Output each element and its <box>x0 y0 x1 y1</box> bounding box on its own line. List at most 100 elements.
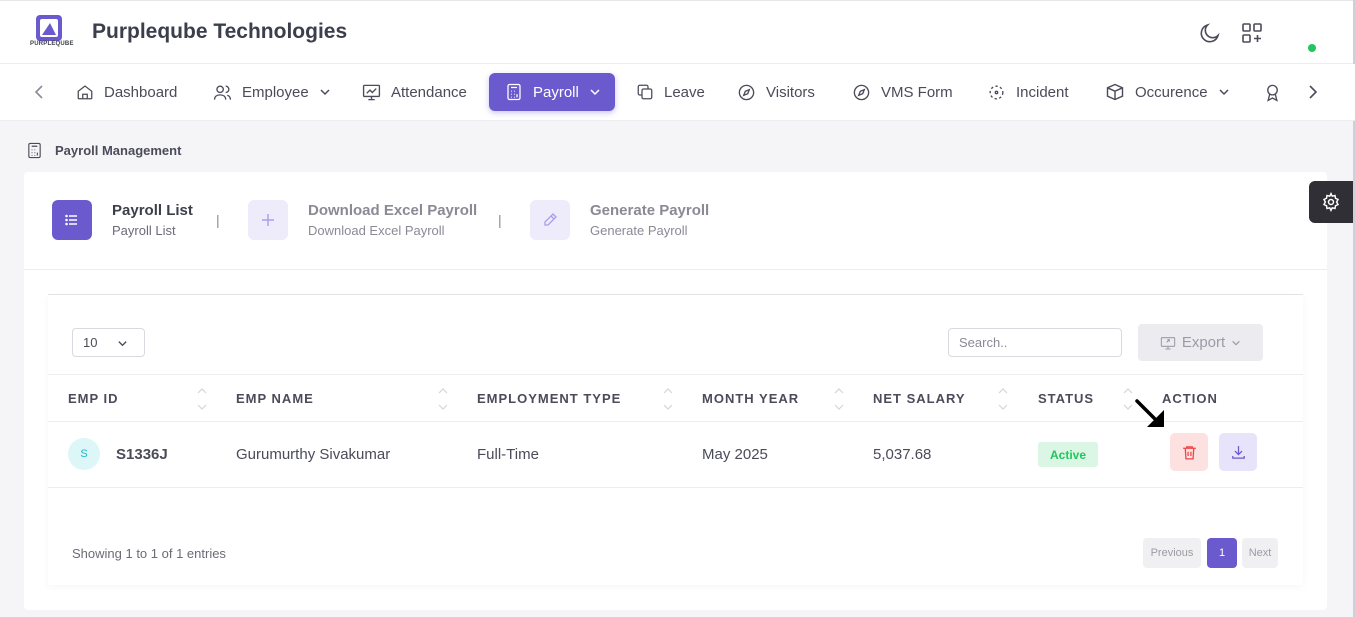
nav-item-leave[interactable]: Leave <box>636 73 705 111</box>
emp-name-cell: Gurumurthy Sivakumar <box>236 446 391 463</box>
page-length-value: 10 <box>83 335 98 350</box>
calculator-icon <box>507 83 521 101</box>
plus-icon <box>262 214 274 226</box>
sort-icon[interactable] <box>438 384 448 414</box>
top-header: PURPLEQUBE Purpleqube Technologies <box>0 0 1355 64</box>
logo-text: PURPLEQUBE <box>30 41 74 47</box>
delete-button[interactable] <box>1170 433 1208 471</box>
mouse-cursor-icon <box>1135 399 1164 427</box>
main-nav: Dashboard Employee Attendance Payroll Le… <box>0 64 1355 121</box>
column-header-net-salary[interactable]: NET SALARY <box>873 391 966 406</box>
net-salary-cell: 5,037.68 <box>873 446 932 463</box>
download-icon <box>1231 445 1245 459</box>
column-header-action: ACTION <box>1162 391 1218 406</box>
list-icon <box>65 214 77 226</box>
nav-item-awards[interactable] <box>1263 73 1292 111</box>
export-monitor-icon <box>1160 336 1176 350</box>
chevron-down-icon <box>320 89 330 96</box>
column-header-status[interactable]: STATUS <box>1038 391 1094 406</box>
nav-scroll-left-icon[interactable] <box>30 82 50 102</box>
table-info: Showing 1 to 1 of 1 entries <box>72 546 226 561</box>
gear-icon <box>1322 192 1340 212</box>
pencil-icon <box>544 213 557 226</box>
step-title-generate-payroll[interactable]: Generate Payroll <box>590 202 709 219</box>
export-label: Export <box>1181 334 1226 351</box>
download-button[interactable] <box>1219 433 1257 471</box>
sort-icon[interactable] <box>1123 384 1133 414</box>
compass-icon <box>738 84 755 100</box>
generate-payroll-step-icon[interactable] <box>530 200 570 240</box>
page-length-select[interactable]: 10 <box>72 328 145 357</box>
nav-item-employee[interactable]: Employee <box>213 73 331 111</box>
step-separator: | <box>216 212 220 228</box>
moon-icon[interactable] <box>1198 21 1222 45</box>
step-subtitle-payroll-list: Payroll List <box>112 223 176 238</box>
steps-divider <box>24 269 1327 270</box>
table-row[interactable]: S S1336J Gurumurthy Sivakumar Full-Time … <box>48 422 1303 488</box>
step-subtitle-download-excel: Download Excel Payroll <box>308 223 445 238</box>
nav-item-visitors[interactable]: Visitors <box>737 73 815 111</box>
nav-item-label: VMS Form <box>881 83 953 101</box>
step-separator: | <box>498 212 502 228</box>
step-subtitle-generate-payroll: Generate Payroll <box>590 223 688 238</box>
column-header-emp-id[interactable]: EMP ID <box>68 391 119 406</box>
calculator-icon <box>28 142 41 159</box>
emp-id-cell: S1336J <box>116 446 168 463</box>
chevron-down-icon <box>1232 340 1240 346</box>
copy-icon <box>637 84 653 100</box>
nav-item-attendance[interactable]: Attendance <box>362 73 467 111</box>
nav-item-payroll[interactable]: Payroll <box>489 73 615 111</box>
payroll-table-panel: 10 Export EMP ID EMP NAME EMPLOYMENT TYP… <box>48 294 1303 585</box>
trash-icon <box>1182 445 1196 460</box>
nav-item-vms-form[interactable]: VMS Form <box>852 73 953 111</box>
focus-icon <box>989 84 1004 100</box>
next-button[interactable]: Next <box>1242 538 1278 568</box>
step-title-payroll-list[interactable]: Payroll List <box>112 202 193 219</box>
payroll-list-step-icon[interactable] <box>52 200 92 240</box>
presentation-icon <box>362 84 381 100</box>
nav-item-incident[interactable]: Incident <box>987 73 1069 111</box>
column-header-employment-type[interactable]: EMPLOYMENT TYPE <box>477 391 621 406</box>
home-icon <box>77 85 93 100</box>
export-button[interactable]: Export <box>1138 324 1263 361</box>
nav-item-label: Payroll <box>533 83 579 101</box>
compass-icon <box>853 84 870 100</box>
online-status-dot <box>1308 44 1316 52</box>
nav-item-dashboard[interactable]: Dashboard <box>76 73 177 111</box>
column-header-month-year[interactable]: MONTH YEAR <box>702 391 799 406</box>
chevron-down-icon <box>118 341 127 347</box>
breadcrumb-label: Payroll Management <box>55 143 182 158</box>
nav-item-label: Leave <box>664 83 705 101</box>
sort-icon[interactable] <box>998 384 1008 414</box>
download-excel-step-icon[interactable] <box>248 200 288 240</box>
apps-grid-icon[interactable] <box>1240 21 1264 45</box>
nav-item-label: Incident <box>1016 83 1069 101</box>
brand-name: Purpleqube Technologies <box>92 20 348 43</box>
company-logo[interactable] <box>30 13 68 53</box>
settings-button[interactable] <box>1309 181 1353 223</box>
avatar: S <box>68 438 100 470</box>
chevron-down-icon <box>590 89 600 96</box>
sort-icon[interactable] <box>197 384 207 414</box>
box-icon <box>1106 83 1124 101</box>
nav-item-label: Attendance <box>391 83 467 101</box>
month-year-cell: May 2025 <box>702 446 768 463</box>
employment-type-cell: Full-Time <box>477 446 539 463</box>
nav-item-label: Visitors <box>766 83 815 101</box>
nav-item-label: Occurence <box>1135 83 1208 101</box>
page-button-1[interactable]: 1 <box>1207 538 1237 568</box>
column-header-emp-name[interactable]: EMP NAME <box>236 391 314 406</box>
sort-icon[interactable] <box>663 384 673 414</box>
nav-item-label: Employee <box>242 83 309 101</box>
table-header: EMP ID EMP NAME EMPLOYMENT TYPE MONTH YE… <box>48 374 1303 422</box>
breadcrumb: Payroll Management <box>26 142 181 159</box>
step-title-download-excel[interactable]: Download Excel Payroll <box>308 202 477 219</box>
nav-scroll-right-icon[interactable] <box>1302 82 1322 102</box>
sort-icon[interactable] <box>834 384 844 414</box>
users-icon <box>213 84 232 100</box>
payroll-card: Payroll List Payroll List | Download Exc… <box>24 172 1327 610</box>
search-input[interactable] <box>948 328 1122 357</box>
status-badge: Active <box>1038 442 1099 467</box>
previous-button[interactable]: Previous <box>1143 538 1201 568</box>
nav-item-occurence[interactable]: Occurence <box>1105 73 1230 111</box>
